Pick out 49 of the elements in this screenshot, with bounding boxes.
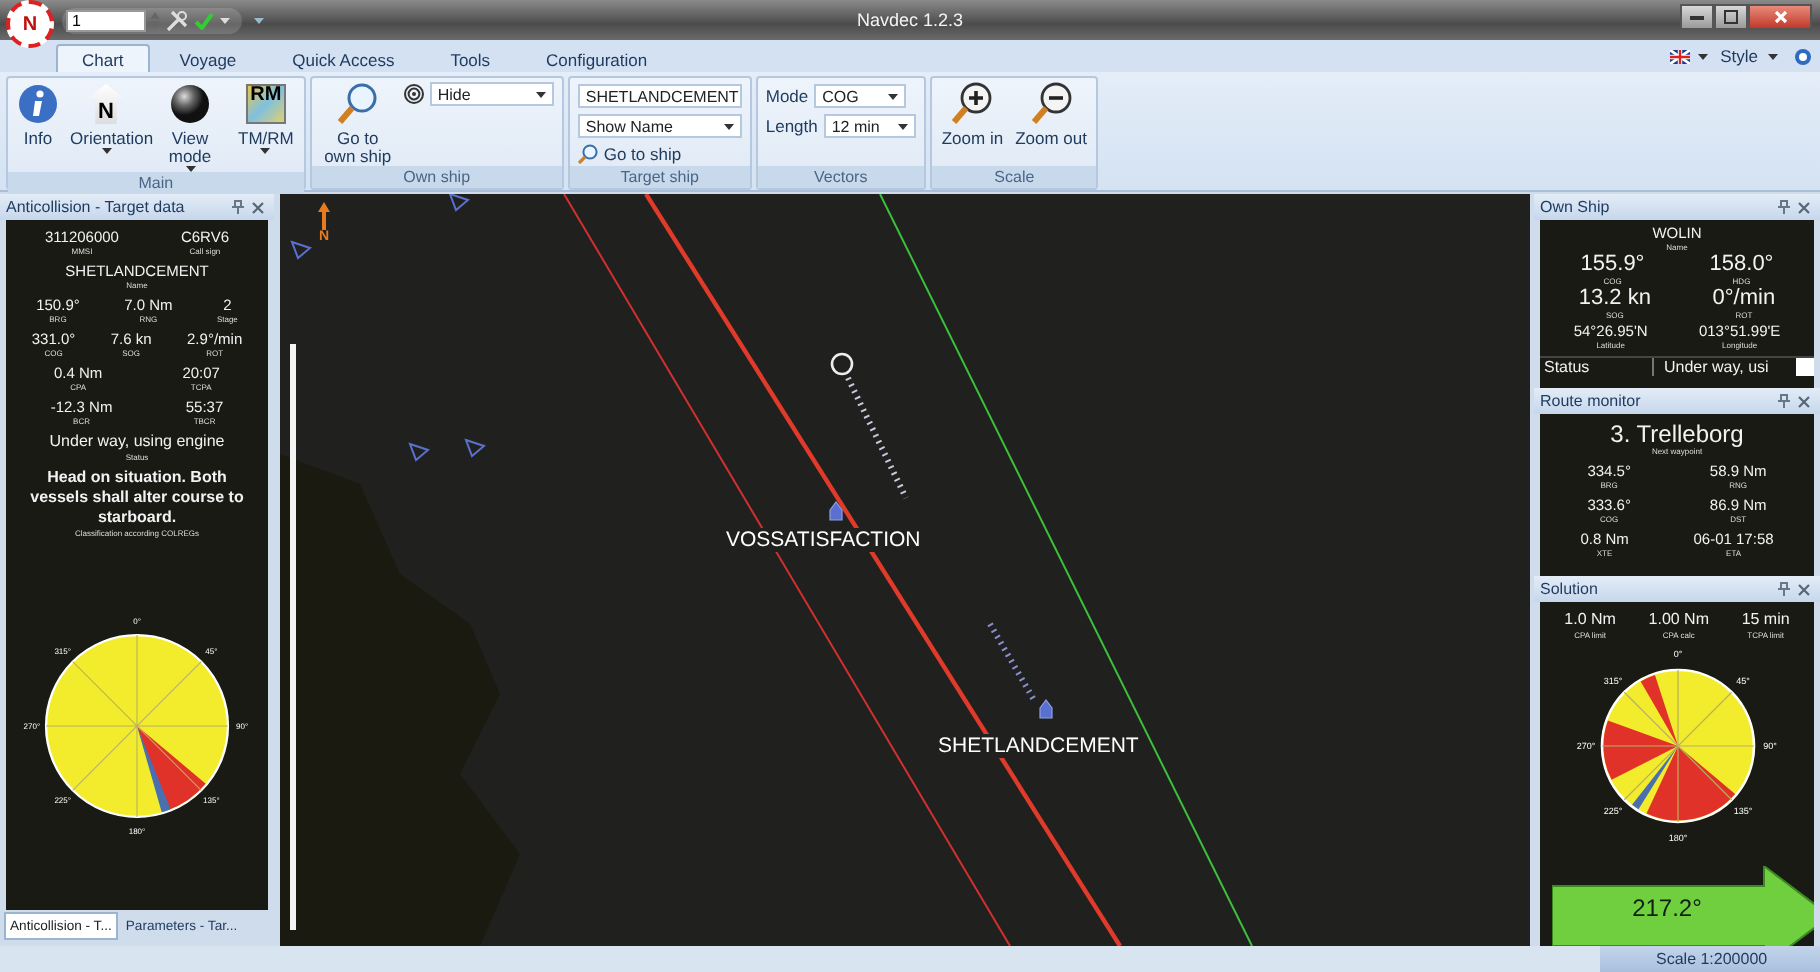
ribbon-button[interactable]: Go to own ship xyxy=(319,82,396,166)
field-label: Status xyxy=(1542,358,1592,376)
ribbon-button[interactable]: Zoom out xyxy=(1013,82,1089,166)
dropdown-field[interactable]: Show Name xyxy=(577,114,742,138)
ribbon-tab[interactable]: Configuration xyxy=(520,44,674,72)
data-value: Head on situation. Both vessels shall alter course to starboard. xyxy=(28,468,246,528)
ribbon-button[interactable]: Zoom in xyxy=(939,82,1006,166)
data-value: 1.00 Nm xyxy=(1648,610,1709,630)
quick-access-field[interactable]: 1 xyxy=(66,9,146,31)
panel-title: Route monitor xyxy=(1540,392,1643,410)
data-value: 15 min xyxy=(1741,610,1790,630)
ship-label: SHETLANDCEMENT xyxy=(936,734,1141,758)
data-value: 158.0° xyxy=(1709,254,1774,276)
field-label: Length xyxy=(765,116,818,136)
go-to-ship-button[interactable]: Go to ship xyxy=(577,144,742,164)
dropdown-field[interactable]: Hide xyxy=(429,82,554,106)
group-title: Own ship xyxy=(311,166,562,188)
window-title: Navdec 1.2.3 xyxy=(856,10,964,30)
group-title: Scale xyxy=(931,166,1097,188)
ship-label: VOSSATISFACTION xyxy=(724,528,923,552)
ribbon-tab[interactable]: Voyage xyxy=(153,44,263,72)
dropdown-field[interactable]: COG xyxy=(814,84,907,108)
data-value: 1.0 Nm xyxy=(1564,610,1616,630)
data-value: 155.9° xyxy=(1580,254,1645,276)
group-title: Main xyxy=(8,172,304,194)
group-title: Vectors xyxy=(757,166,924,188)
field-label: Mode xyxy=(765,86,809,106)
dropdown-field[interactable]: 12 min xyxy=(823,114,916,138)
ribbon-tab[interactable]: Chart xyxy=(56,44,150,72)
data-value: Under way, using engine xyxy=(49,432,225,452)
data-value: 0°/min xyxy=(1712,288,1776,310)
ribbon-button[interactable]: Info xyxy=(16,82,60,172)
panel-title: Solution xyxy=(1540,580,1600,598)
status-value: Under way, usi xyxy=(1662,358,1771,376)
scale-readout: Scale 1:200000 xyxy=(1600,946,1820,972)
ribbon-button[interactable]: RM TM/RM xyxy=(236,82,296,172)
mode-icon: RM xyxy=(245,84,286,124)
ribbon-button[interactable]: View mode xyxy=(152,82,228,172)
waypoint-name: 3. Trelleborg xyxy=(1610,420,1744,448)
data-value: 13.2 kn xyxy=(1578,288,1651,310)
dropdown-field[interactable]: SHETLANDCEMENT xyxy=(577,84,742,108)
panel-title: Anticollision - Target data xyxy=(6,198,187,216)
ribbon-tab[interactable]: Quick Access xyxy=(266,44,421,72)
course-value: 217.2° xyxy=(1630,894,1704,922)
app-menu-button[interactable]: N xyxy=(6,0,54,48)
ribbon-tab[interactable]: Tools xyxy=(424,44,517,72)
style-menu[interactable]: Style xyxy=(1716,42,1782,70)
panel-title: Own Ship xyxy=(1540,198,1612,216)
group-title: Target ship xyxy=(569,166,750,188)
